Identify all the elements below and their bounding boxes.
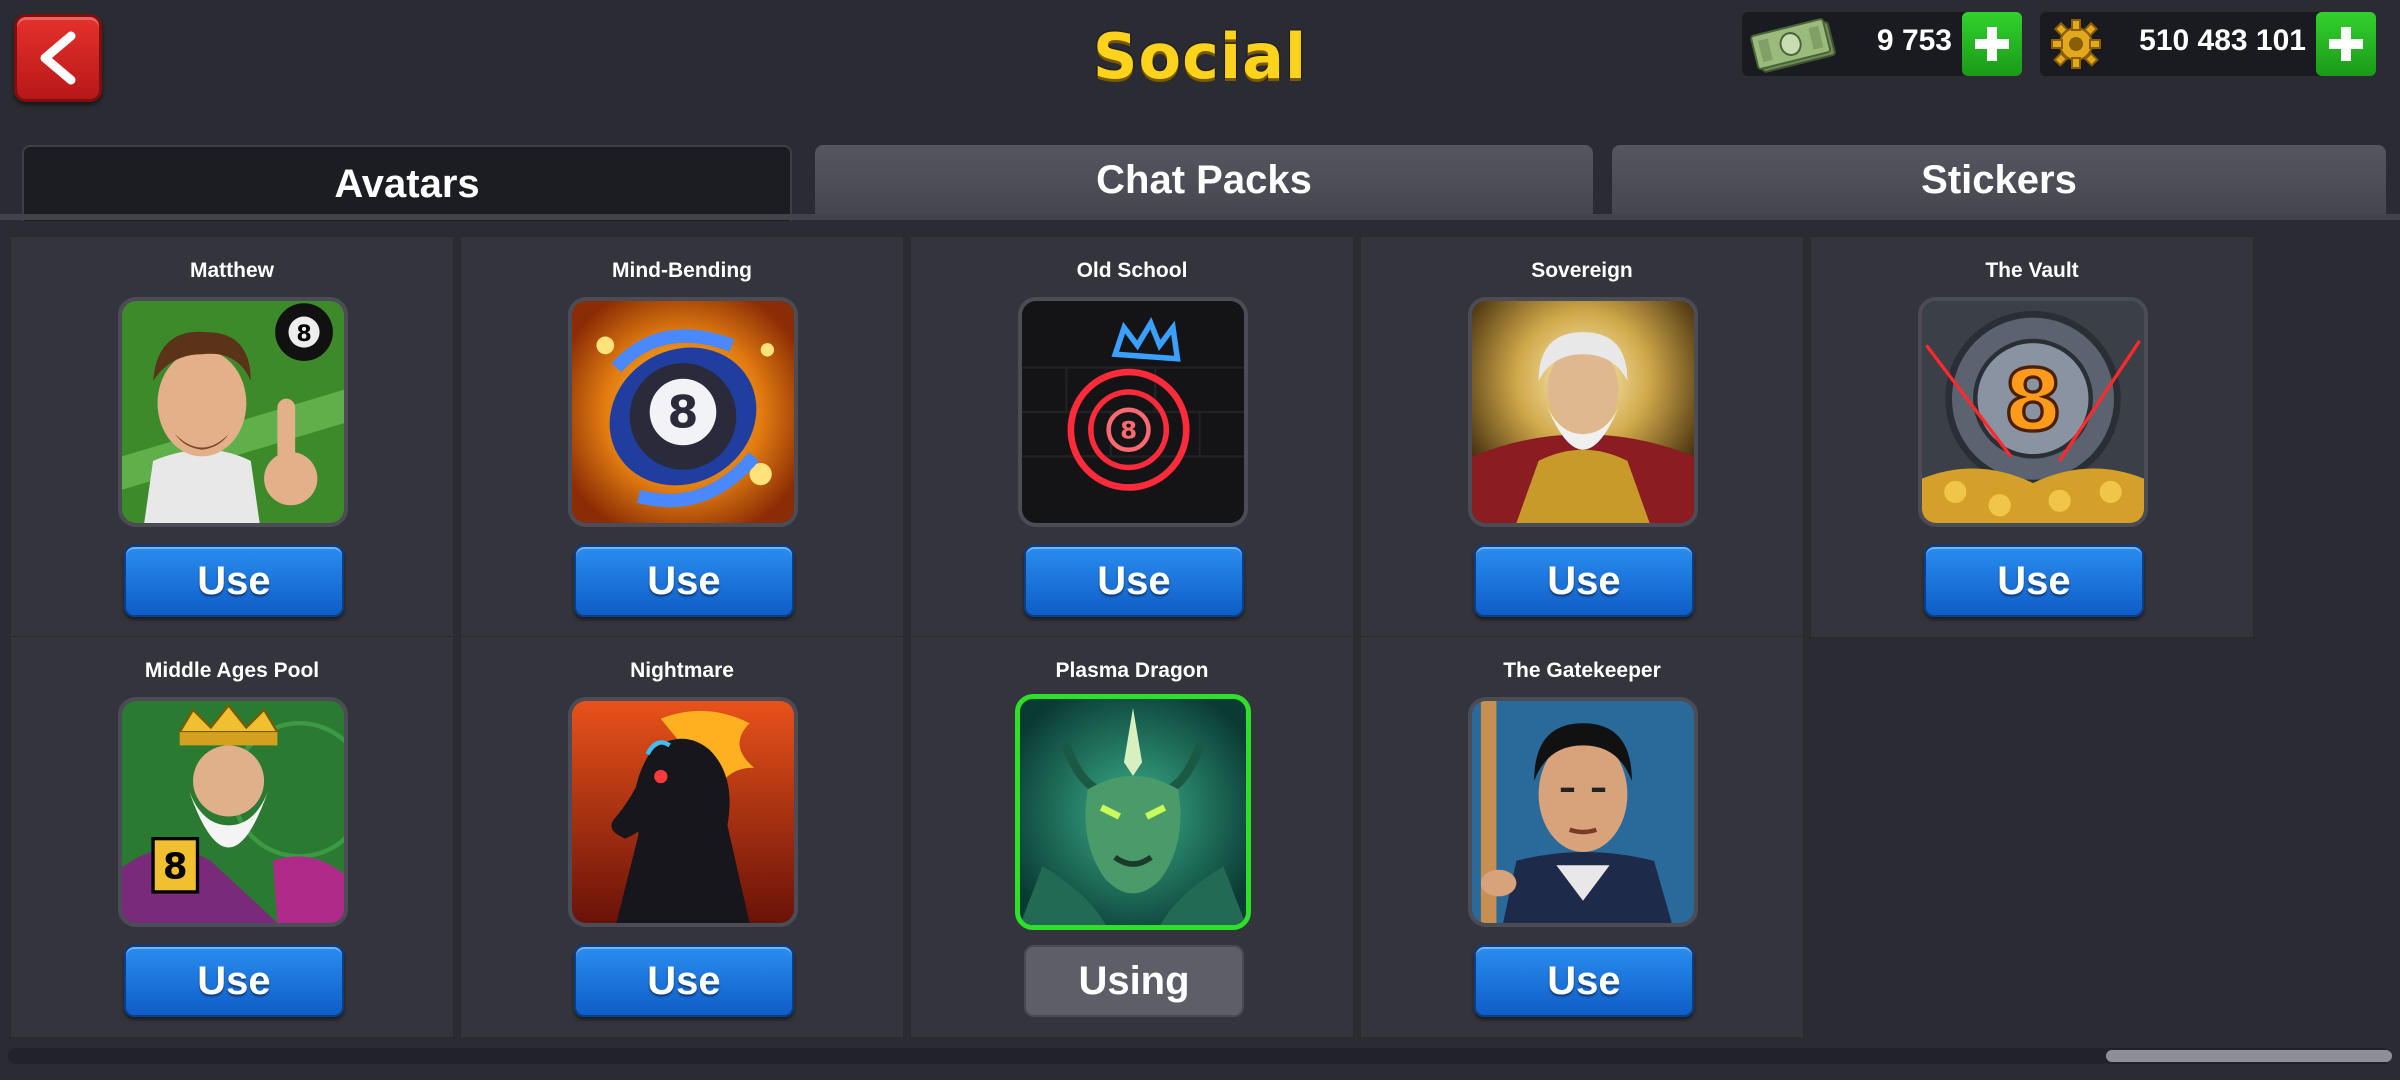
avatar-image-old-school[interactable]: 8 bbox=[1018, 297, 1248, 527]
use-button[interactable]: Use bbox=[574, 545, 794, 617]
scrollbar-thumb[interactable] bbox=[2106, 1050, 2392, 1062]
add-coins-button[interactable] bbox=[2316, 12, 2376, 76]
cash-value: 9 753 bbox=[1876, 24, 1952, 57]
avatar-name: Nightmare bbox=[630, 659, 734, 682]
plus-icon bbox=[1975, 27, 2009, 61]
avatar-name: The Gatekeeper bbox=[1503, 659, 1661, 682]
avatar-card: Matthew 8 Use bbox=[10, 236, 454, 638]
avatar-image-sovereign[interactable] bbox=[1468, 297, 1698, 527]
avatar-grid: Matthew 8 Use Mind-Bending 8 Use Old Sch… bbox=[0, 226, 2400, 1046]
avatar-card: Mind-Bending 8 Use bbox=[460, 236, 904, 638]
tab-divider bbox=[0, 214, 2400, 220]
avatar-card: Middle Ages Pool 8 Use bbox=[10, 636, 454, 1038]
use-button[interactable]: Use bbox=[124, 945, 344, 1017]
avatar-card: Sovereign Use bbox=[1360, 236, 1804, 638]
using-button[interactable]: Using bbox=[1024, 945, 1244, 1017]
plus-icon bbox=[2329, 27, 2363, 61]
use-button[interactable]: Use bbox=[574, 945, 794, 1017]
avatar-image-the-vault[interactable]: 8 bbox=[1918, 297, 2148, 527]
use-button[interactable]: Use bbox=[1474, 545, 1694, 617]
tab-bar: Avatars Chat Packs Stickers bbox=[0, 145, 2400, 221]
tab-avatars[interactable]: Avatars bbox=[22, 145, 792, 221]
avatar-name: Matthew bbox=[190, 259, 274, 282]
header: Social 9 753 510 483 101 bbox=[0, 0, 2400, 140]
svg-text:8: 8 bbox=[2004, 352, 2063, 450]
page-title: Social bbox=[1092, 20, 1308, 93]
cash-counter: 9 753 bbox=[1742, 12, 2022, 76]
tab-stickers[interactable]: Stickers bbox=[1612, 145, 2386, 215]
avatar-name: The Vault bbox=[1985, 259, 2079, 282]
svg-text:8: 8 bbox=[296, 321, 311, 347]
use-button[interactable]: Use bbox=[1474, 945, 1694, 1017]
avatar-name: Old School bbox=[1076, 259, 1188, 282]
chevron-left-icon bbox=[40, 31, 76, 85]
banknote-icon bbox=[1750, 18, 1836, 73]
add-cash-button[interactable] bbox=[1962, 12, 2022, 76]
svg-text:8: 8 bbox=[1120, 416, 1137, 445]
avatar-image-middle-ages-pool[interactable]: 8 bbox=[118, 697, 348, 927]
back-button[interactable] bbox=[14, 14, 102, 102]
avatar-image-nightmare[interactable] bbox=[568, 697, 798, 927]
avatar-image-matthew[interactable]: 8 bbox=[118, 297, 348, 527]
avatar-name: Middle Ages Pool bbox=[144, 659, 320, 682]
avatar-card: The Gatekeeper Use bbox=[1360, 636, 1804, 1038]
tab-chat-packs[interactable]: Chat Packs bbox=[815, 145, 1593, 215]
avatar-card: The Vault 8 Use bbox=[1810, 236, 2254, 638]
avatar-name: Sovereign bbox=[1531, 259, 1633, 282]
svg-text:8: 8 bbox=[668, 388, 699, 439]
avatar-name: Mind-Bending bbox=[612, 259, 752, 282]
avatar-image-plasma-dragon[interactable] bbox=[1015, 694, 1251, 930]
coin-value: 510 483 101 bbox=[2139, 24, 2306, 57]
use-button[interactable]: Use bbox=[124, 545, 344, 617]
avatar-image-the-gatekeeper[interactable] bbox=[1468, 697, 1698, 927]
coin-counter: 510 483 101 bbox=[2040, 12, 2376, 76]
avatar-image-mind-bending[interactable]: 8 bbox=[568, 297, 798, 527]
avatar-card: Plasma Dragon Using bbox=[910, 636, 1354, 1038]
use-button[interactable]: Use bbox=[1024, 545, 1244, 617]
horizontal-scrollbar[interactable] bbox=[8, 1048, 2392, 1064]
avatar-card: Old School 8 Use bbox=[910, 236, 1354, 638]
gear-coin-icon bbox=[2051, 19, 2101, 69]
avatar-card: Nightmare Use bbox=[460, 636, 904, 1038]
svg-text:8: 8 bbox=[163, 847, 188, 888]
avatar-name: Plasma Dragon bbox=[1055, 659, 1209, 682]
use-button[interactable]: Use bbox=[1924, 545, 2144, 617]
